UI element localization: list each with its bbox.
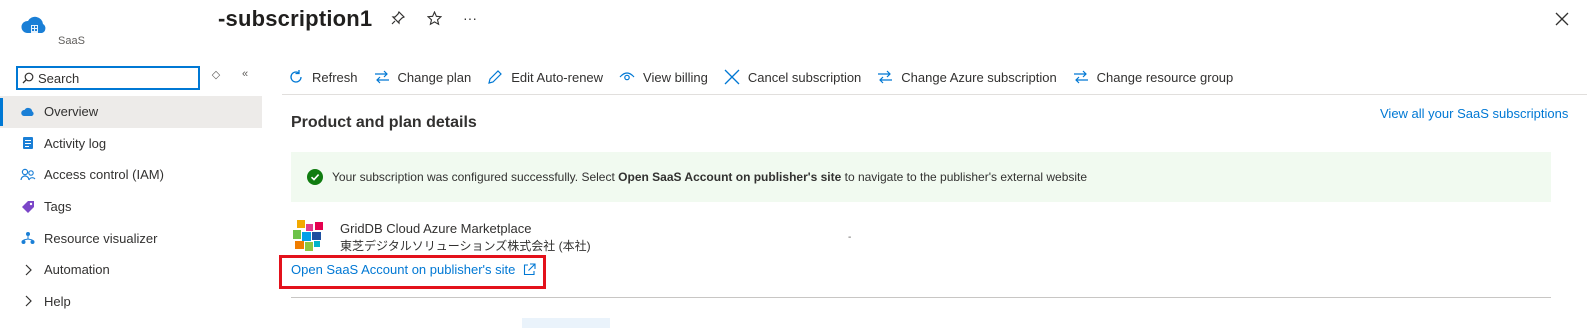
search-box[interactable]: [16, 66, 200, 90]
view-billing-button[interactable]: View billing: [619, 70, 708, 85]
cancel-x-icon: [724, 69, 740, 85]
banner-text: Your subscription was configured success…: [332, 170, 619, 184]
refresh-icon: [290, 70, 302, 83]
toolbar-divider: [282, 94, 1587, 95]
swap-arrows-icon: [374, 70, 389, 84]
close-icon[interactable]: [1553, 10, 1571, 28]
sidebar-item-resource-visualizer[interactable]: Resource visualizer: [0, 222, 262, 254]
command-bar: Refresh Change plan Edit Auto-renew View…: [288, 66, 1249, 88]
change-azure-subscription-button[interactable]: Change Azure subscription: [877, 70, 1057, 85]
banner-text-end: to navigate to the publisher's external …: [841, 170, 1088, 184]
banner-bold-text: Open SaaS Account on publisher's site: [618, 170, 842, 184]
people-icon: [20, 167, 36, 183]
pin-icon[interactable]: [388, 8, 408, 28]
sidebar-item-label: Overview: [44, 104, 99, 120]
tag-icon: [20, 199, 36, 215]
more-options-icon[interactable]: ···: [460, 8, 480, 28]
sidebar-item-label: Tags: [44, 199, 72, 215]
edit-pencil-icon: [488, 70, 503, 84]
sidebar-item-access-control[interactable]: Access control (IAM): [0, 159, 262, 191]
edit-autorenew-button[interactable]: Edit Auto-renew: [487, 69, 603, 85]
offer-publisher: 東芝デジタルソリューションズ株式会社 (本社): [340, 239, 591, 253]
change-plan-button[interactable]: Change plan: [374, 70, 471, 85]
sidebar-item-tags[interactable]: Tags: [0, 191, 262, 223]
sidebar-item-label: Automation: [44, 262, 110, 278]
sidebar-item-automation[interactable]: Automation: [0, 254, 262, 286]
sidebar-item-label: Help: [44, 293, 71, 309]
refresh-button[interactable]: Refresh: [288, 69, 358, 85]
success-check-icon: [307, 169, 323, 185]
offer-name: GridDB Cloud Azure Marketplace: [340, 221, 532, 236]
resource-type-label: SaaS: [58, 35, 85, 47]
log-icon: [20, 135, 36, 151]
sidebar-item-overview[interactable]: Overview: [0, 96, 262, 128]
chevron-right-icon: [20, 264, 36, 276]
expand-collapse-icon[interactable]: ◇: [208, 66, 224, 82]
swap-arrows-icon: [1073, 70, 1088, 84]
sidebar: ◇ « Overview Activity log Access control…: [0, 60, 262, 328]
section-divider: [291, 297, 1551, 298]
sidebar-item-help[interactable]: Help: [0, 286, 262, 318]
visualizer-icon: [20, 230, 36, 246]
highlight-annotation-box: [279, 255, 546, 289]
collapse-sidebar-icon[interactable]: «: [237, 66, 253, 82]
swap-arrows-icon: [878, 70, 893, 84]
bottom-partial-element: [522, 318, 610, 328]
sidebar-item-label: Access control (IAM): [44, 167, 164, 183]
sidebar-item-activity-log[interactable]: Activity log: [0, 128, 262, 160]
search-input[interactable]: [38, 70, 188, 86]
cloud-icon: [20, 104, 36, 120]
sidebar-item-label: Resource visualizer: [44, 230, 158, 246]
sidebar-item-label: Activity log: [44, 135, 107, 151]
saas-cloud-icon: [21, 16, 46, 34]
view-all-saas-link[interactable]: View all your SaaS subscriptions: [1380, 106, 1568, 121]
chevron-right-icon: [20, 295, 36, 307]
search-icon: [22, 72, 34, 84]
eye-icon: [619, 72, 635, 81]
section-title: Product and plan details: [291, 114, 477, 131]
offer-logo-icon: [293, 220, 323, 251]
success-banner: Your subscription was configured success…: [291, 152, 1551, 202]
offer-extra-marker: -: [848, 232, 852, 243]
page-title: -subscription1: [218, 6, 373, 31]
change-resource-group-button[interactable]: Change resource group: [1073, 70, 1233, 85]
favorite-star-icon[interactable]: [424, 8, 444, 28]
cancel-subscription-button[interactable]: Cancel subscription: [724, 69, 861, 85]
